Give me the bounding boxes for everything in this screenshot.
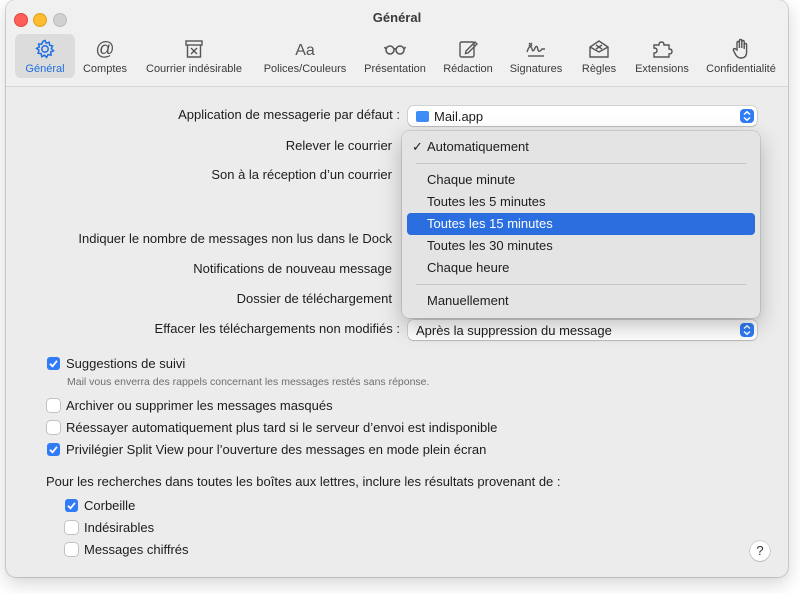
archive-muted-checkbox[interactable] bbox=[47, 399, 60, 412]
svg-text:Aa: Aa bbox=[295, 42, 315, 59]
archive-muted-label: Archiver ou supprimer les messages masqu… bbox=[66, 398, 333, 413]
follow-up-checkbox[interactable] bbox=[47, 357, 60, 370]
gear-icon bbox=[15, 37, 75, 61]
tab-label: Présentation bbox=[364, 63, 426, 75]
hand-icon bbox=[699, 37, 783, 61]
remove-downloads-value: Après la suppression du message bbox=[416, 323, 612, 338]
retry-send-checkbox[interactable] bbox=[47, 421, 60, 434]
tab-signatures[interactable]: Signatures bbox=[505, 34, 567, 78]
tab-viewing[interactable]: Présentation bbox=[357, 34, 433, 78]
split-view-label: Privilégier Split View pour l’ouverture … bbox=[66, 442, 487, 457]
tab-label: Polices/Couleurs bbox=[263, 63, 347, 75]
checkmark-icon: ✓ bbox=[412, 139, 423, 154]
junk-checkbox[interactable] bbox=[65, 521, 78, 534]
puzzle-icon bbox=[629, 37, 695, 61]
trash-checkbox[interactable] bbox=[65, 499, 78, 512]
default-app-popup[interactable]: Mail.app bbox=[408, 106, 757, 126]
preferences-window: Général Général @ Comptes Courrier indés… bbox=[6, 0, 788, 577]
default-app-value: Mail.app bbox=[434, 109, 484, 124]
split-view-checkbox[interactable] bbox=[47, 443, 60, 456]
tab-label: Rédaction bbox=[443, 63, 493, 75]
mail-app-icon bbox=[416, 111, 429, 122]
menu-item-every-15-minutes[interactable]: Toutes les 15 minutes bbox=[407, 213, 755, 235]
new-mail-sound-label: Son à la réception d’un courrier bbox=[211, 167, 392, 182]
rules-icon bbox=[573, 37, 625, 61]
signature-icon bbox=[505, 37, 567, 61]
menu-separator bbox=[416, 163, 746, 164]
encrypted-checkbox[interactable] bbox=[65, 543, 78, 556]
menu-item-automatic[interactable]: ✓ Automatiquement bbox=[407, 136, 755, 158]
menu-item-every-hour[interactable]: Chaque heure bbox=[407, 257, 755, 279]
glasses-icon bbox=[357, 37, 433, 61]
popup-arrows-icon bbox=[740, 109, 754, 123]
tab-fonts[interactable]: Aa Polices/Couleurs bbox=[257, 34, 353, 78]
compose-icon bbox=[437, 37, 499, 61]
window-title: Général bbox=[372, 10, 422, 25]
tab-rules[interactable]: Règles bbox=[573, 34, 625, 78]
downloads-folder-label: Dossier de téléchargement bbox=[236, 291, 392, 306]
at-icon: @ bbox=[75, 37, 135, 61]
tab-composing[interactable]: Rédaction bbox=[437, 34, 499, 78]
menu-item-every-minute[interactable]: Chaque minute bbox=[407, 169, 755, 191]
menu-item-every-30-minutes[interactable]: Toutes les 30 minutes bbox=[407, 235, 755, 257]
default-app-label: Application de messagerie par défaut : bbox=[178, 107, 400, 122]
follow-up-hint: Mail vous enverra des rappels concernant… bbox=[67, 376, 430, 388]
remove-downloads-popup[interactable]: Après la suppression du message bbox=[408, 320, 757, 340]
check-mail-menu: ✓ Automatiquement Chaque minute Toutes l… bbox=[402, 131, 760, 318]
popup-arrows-icon bbox=[740, 323, 754, 337]
svg-text:@: @ bbox=[95, 39, 114, 60]
search-heading: Pour les recherches dans toutes les boît… bbox=[46, 474, 561, 489]
follow-up-label: Suggestions de suivi bbox=[66, 356, 186, 371]
tab-extensions[interactable]: Extensions bbox=[629, 34, 695, 78]
trash-label: Corbeille bbox=[84, 498, 136, 513]
menu-item-manually[interactable]: Manuellement bbox=[407, 290, 755, 312]
remove-downloads-label: Effacer les téléchargements non modifiés… bbox=[154, 321, 400, 336]
check-mail-label: Relever le courrier bbox=[285, 138, 392, 153]
dock-unread-label: Indiquer le nombre de messages non lus d… bbox=[78, 231, 392, 246]
tab-label: Général bbox=[25, 63, 65, 75]
fonts-icon: Aa bbox=[257, 37, 353, 61]
menu-separator bbox=[416, 284, 746, 285]
tab-label: Confidentialité bbox=[706, 63, 776, 75]
tab-privacy[interactable]: Confidentialité bbox=[699, 34, 783, 78]
notifications-label: Notifications de nouveau message bbox=[193, 261, 392, 276]
titlebar: Général Général @ Comptes Courrier indés… bbox=[6, 0, 788, 87]
junk-label: Indésirables bbox=[84, 520, 155, 535]
tab-junk[interactable]: Courrier indésirable bbox=[139, 34, 249, 78]
junk-mail-icon bbox=[139, 37, 249, 61]
encrypted-label: Messages chiffrés bbox=[84, 542, 189, 557]
tab-label: Signatures bbox=[509, 63, 563, 75]
tab-label: Règles bbox=[581, 63, 617, 75]
tab-label: Courrier indésirable bbox=[146, 63, 242, 75]
tab-general[interactable]: Général bbox=[15, 34, 75, 78]
tab-label: Extensions bbox=[635, 63, 689, 75]
retry-send-label: Réessayer automatiquement plus tard si l… bbox=[66, 420, 498, 435]
help-button[interactable]: ? bbox=[750, 541, 770, 561]
tab-accounts[interactable]: @ Comptes bbox=[75, 34, 135, 78]
tab-label: Comptes bbox=[82, 63, 128, 75]
menu-item-every-5-minutes[interactable]: Toutes les 5 minutes bbox=[407, 191, 755, 213]
